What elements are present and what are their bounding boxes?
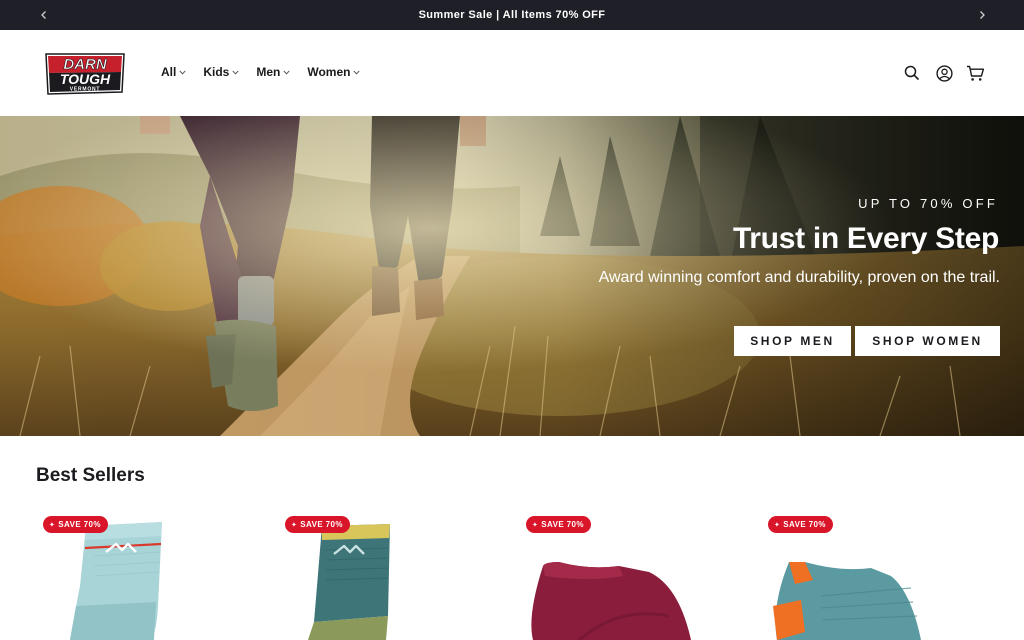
main-nav: All Kids Men Women <box>161 64 377 80</box>
sale-badge-label: SAVE 70% <box>300 520 343 529</box>
sale-badge: ✦ SAVE 70% <box>285 516 350 533</box>
nav-item-all[interactable]: All <box>161 64 186 80</box>
nav-item-women[interactable]: Women <box>307 64 361 80</box>
site-header: DARN TOUGH VERMONT All Kids Men Women <box>0 30 1024 116</box>
account-button[interactable] <box>934 63 954 83</box>
nav-item-kids[interactable]: Kids <box>203 64 239 80</box>
product-card[interactable]: ✦ SAVE 70% <box>36 506 246 640</box>
shop-men-button[interactable]: SHOP MEN <box>734 326 851 356</box>
chevron-right-icon <box>980 11 985 19</box>
sale-badge-label: SAVE 70% <box>541 520 584 529</box>
cart-icon <box>966 65 984 81</box>
darn-tough-logo[interactable]: DARN TOUGH VERMONT <box>44 50 126 98</box>
announcement-prev-button[interactable] <box>29 0 59 30</box>
sale-badge: ✦ SAVE 70% <box>526 516 591 533</box>
sale-badge-label: SAVE 70% <box>58 520 101 529</box>
hero-subtitle: Award winning comfort and durability, pr… <box>598 269 1000 286</box>
nav-label: Kids <box>203 65 230 79</box>
product-card[interactable]: ✦ SAVE 70% <box>519 506 729 640</box>
chevron-left-icon <box>41 11 46 19</box>
svg-text:VERMONT: VERMONT <box>70 87 101 93</box>
sparkle-icon: ✦ <box>774 521 781 529</box>
sparkle-icon: ✦ <box>49 521 56 529</box>
announcement-next-button[interactable] <box>967 0 997 30</box>
chevron-down-icon <box>283 70 290 75</box>
announcement-text[interactable]: Summer Sale | All Items 70% OFF <box>419 9 606 21</box>
chevron-down-icon <box>232 70 239 75</box>
best-sellers-title: Best Sellers <box>36 465 145 486</box>
search-icon <box>904 65 920 81</box>
nav-label: Women <box>307 65 351 79</box>
account-icon <box>935 64 953 82</box>
sparkle-icon: ✦ <box>532 521 539 529</box>
hero-banner: UP TO 70% OFF Trust in Every Step Award … <box>0 116 1024 436</box>
chevron-down-icon <box>179 70 186 75</box>
nav-label: All <box>161 65 177 79</box>
sale-badge: ✦ SAVE 70% <box>43 516 108 533</box>
chevron-down-icon <box>353 70 361 75</box>
nav-item-men[interactable]: Men <box>256 64 290 80</box>
nav-label: Men <box>256 65 281 79</box>
sale-badge-label: SAVE 70% <box>783 520 826 529</box>
best-sellers-grid: ✦ SAVE 70% ✦ SAVE 70% ✦ SAVE 70% ✦ SAVE … <box>0 506 1024 640</box>
shop-women-button[interactable]: SHOP WOMEN <box>855 326 1000 356</box>
announcement-bar: Summer Sale | All Items 70% OFF <box>0 0 1024 30</box>
cart-button[interactable] <box>965 63 985 83</box>
hero-buttons: SHOP MEN SHOP WOMEN <box>734 326 1000 356</box>
hero-title: Trust in Every Step <box>732 222 999 255</box>
hero-kicker: UP TO 70% OFF <box>858 196 998 211</box>
product-card[interactable]: ✦ SAVE 70% <box>761 506 971 640</box>
product-card[interactable]: ✦ SAVE 70% <box>278 506 488 640</box>
search-button[interactable] <box>902 63 922 83</box>
sparkle-icon: ✦ <box>291 521 298 529</box>
svg-text:TOUGH: TOUGH <box>60 71 111 87</box>
sale-badge: ✦ SAVE 70% <box>768 516 833 533</box>
